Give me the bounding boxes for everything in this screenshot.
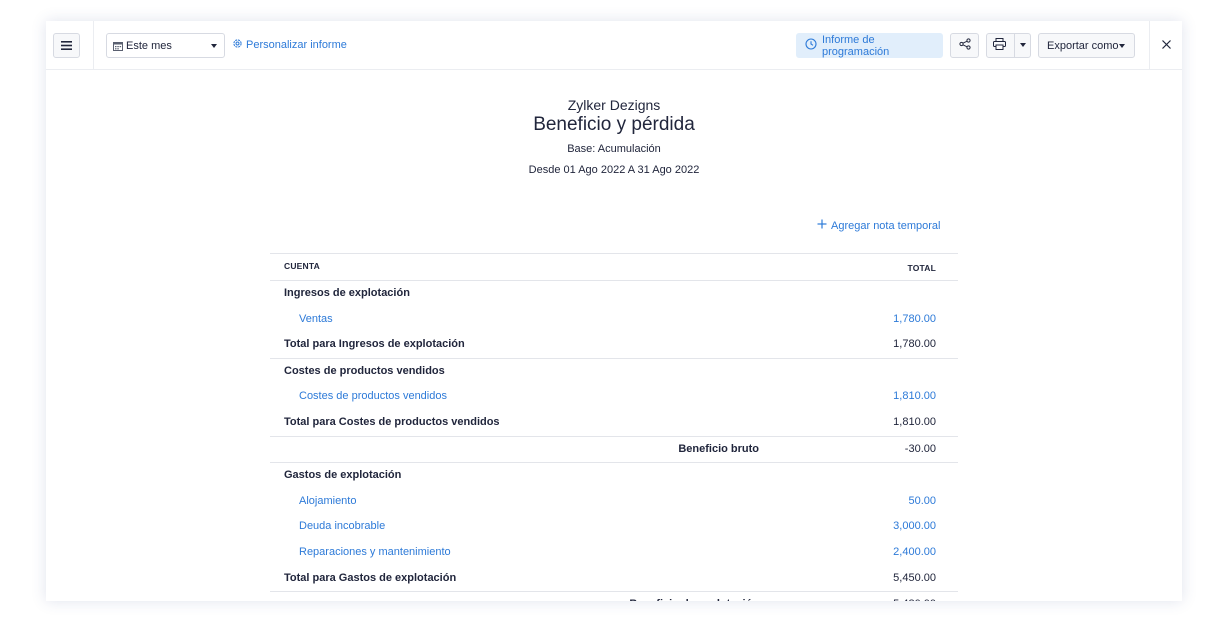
- section-title: Ingresos de explotación: [284, 287, 410, 299]
- organization-name: Zylker Dezigns: [567, 97, 661, 113]
- share-button[interactable]: [950, 33, 979, 58]
- section-title: Gastos de explotación: [284, 469, 402, 482]
- summary-row: Beneficio de explotación -5,480.00: [270, 591, 958, 601]
- share-icon: [958, 38, 971, 53]
- section-header-row: Costes de productos vendidos: [270, 357, 958, 385]
- section-total-amount: 5,450.00: [893, 571, 936, 584]
- account-row: Ventas 1,780.00: [270, 307, 958, 333]
- account-row: Costes de productos vendidos 1,810.00: [270, 384, 958, 410]
- section-total-row: Total para Ingresos de explotación 1,780.…: [270, 332, 958, 358]
- report-toolbar: Este mes Personalizar informe Informe de…: [46, 21, 1182, 70]
- schedule-report-button[interactable]: Informe de programación: [796, 33, 943, 58]
- gear-icon: [232, 38, 246, 52]
- calendar-icon: [113, 41, 123, 51]
- account-row: Reparaciones y mantenimiento 2,400.00: [270, 540, 958, 566]
- account-link[interactable]: Reparaciones y mantenimiento: [299, 546, 451, 558]
- clock-icon: [805, 38, 822, 53]
- customize-report-link[interactable]: Personalizar informe: [232, 38, 347, 52]
- hamburger-icon: [61, 41, 72, 50]
- add-note-link[interactable]: Agregar nota temporal: [817, 219, 940, 232]
- section-total-label: Total para Ingresos de explotación: [284, 338, 465, 351]
- split-divider: [1014, 34, 1015, 57]
- column-header-total: TOTAL: [907, 263, 936, 273]
- menu-cell: [46, 21, 94, 69]
- section-total-amount: 1,810.00: [893, 415, 936, 428]
- table-body: Ingresos de explotación Ventas 1,780.00 Tot…: [270, 281, 958, 601]
- account-amount-link[interactable]: 1,810.00: [893, 390, 936, 402]
- summary-label: Beneficio bruto: [678, 442, 759, 455]
- export-label: Exportar como: [1047, 39, 1119, 52]
- section-total-label: Total para Gastos de explotación: [284, 571, 457, 584]
- section-header-row: Ingresos de explotación: [270, 281, 958, 307]
- chevron-down-icon: [211, 44, 217, 48]
- section-title: Costes de productos vendidos: [284, 364, 445, 377]
- summary-row: Beneficio bruto -30.00: [270, 435, 958, 463]
- report-basis: Base: Acumulación: [567, 143, 661, 155]
- account-amount-link[interactable]: 2,400.00: [893, 546, 936, 558]
- printer-icon: [993, 38, 1006, 53]
- column-header-account: CUENTA: [284, 261, 320, 271]
- customize-label: Personalizar informe: [246, 39, 347, 51]
- chevron-down-icon: [1119, 44, 1125, 48]
- account-link[interactable]: Costes de productos vendidos: [299, 390, 447, 402]
- period-label: Este mes: [126, 39, 172, 52]
- section-total-row: Total para Costes de productos vendidos 1…: [270, 410, 958, 436]
- menu-button[interactable]: [53, 33, 80, 58]
- account-row: Alojamiento 50.00: [270, 489, 958, 515]
- close-button[interactable]: [1149, 21, 1182, 69]
- export-dropdown[interactable]: Exportar como: [1038, 33, 1135, 58]
- plus-icon: [817, 219, 831, 232]
- account-amount-link[interactable]: 1,780.00: [893, 313, 936, 325]
- summary-amount: -30.00: [904, 442, 936, 455]
- report-title: Beneficio y pérdida: [533, 114, 695, 135]
- table-header: CUENTA TOTAL: [270, 253, 958, 281]
- schedule-label: Informe de programación: [822, 33, 890, 58]
- account-row: Deuda incobrable 3,000.00: [270, 514, 958, 540]
- period-dropdown[interactable]: Este mes: [106, 33, 225, 58]
- section-total-row: Total para Gastos de explotación 5,450.00: [270, 566, 958, 592]
- close-icon: [1162, 40, 1171, 49]
- profit-loss-table: CUENTA TOTAL Ingresos de explotación Vent…: [270, 253, 958, 601]
- add-note-label: Agregar nota temporal: [831, 219, 941, 232]
- account-link[interactable]: Deuda incobrable: [299, 520, 385, 532]
- report-window: Este mes Personalizar informe Informe de…: [46, 21, 1182, 601]
- section-total-amount: 1,780.00: [893, 338, 936, 351]
- summary-amount: -5,480.00: [890, 598, 936, 601]
- print-button[interactable]: [986, 33, 1031, 58]
- section-header-row: Gastos de explotación: [270, 462, 958, 489]
- account-amount-link[interactable]: 3,000.00: [893, 520, 936, 532]
- chevron-down-icon[interactable]: [1020, 43, 1026, 47]
- account-amount-link[interactable]: 50.00: [908, 495, 936, 507]
- report-date-range: Desde 01 Ago 2022 A 31 Ago 2022: [528, 164, 700, 176]
- section-total-label: Total para Costes de productos vendidos: [284, 415, 500, 428]
- account-link[interactable]: Alojamiento: [299, 495, 356, 507]
- summary-label: Beneficio de explotación: [629, 598, 759, 601]
- account-link[interactable]: Ventas: [299, 313, 333, 325]
